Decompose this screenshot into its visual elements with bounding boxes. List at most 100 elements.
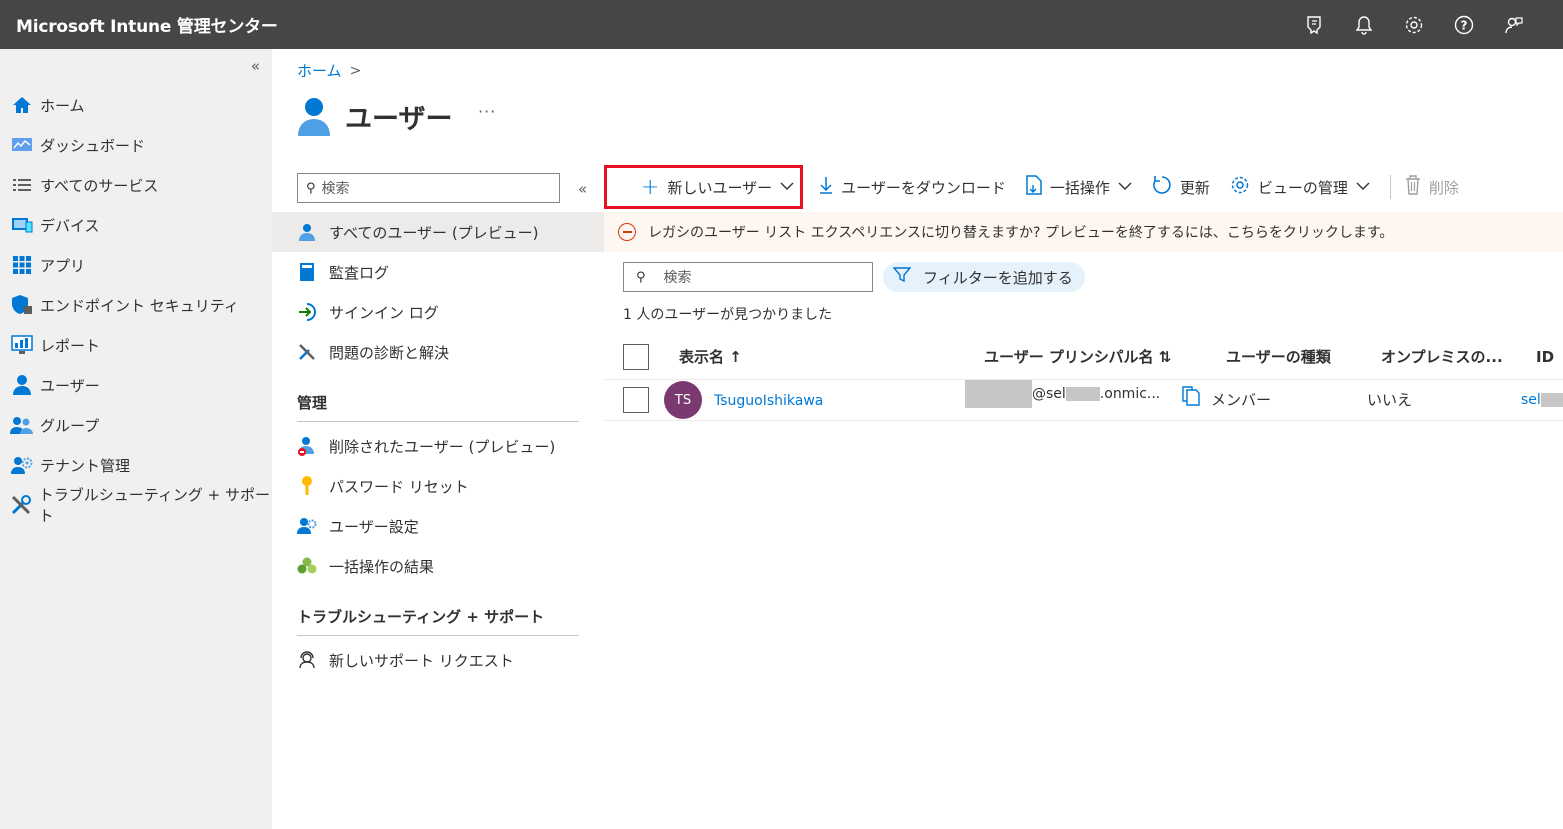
bulk-operations-button[interactable]: 一括操作 bbox=[1016, 167, 1142, 207]
nav-item-label: トラブルシューティング + サポート bbox=[38, 486, 270, 525]
resource-menu: すべてのユーザー (プレビュー) 監査ログ サインイン ログ 問題の診断と解決 … bbox=[272, 212, 604, 680]
user-settings-icon bbox=[297, 516, 317, 536]
add-filter-label: フィルターを追加する bbox=[923, 268, 1073, 287]
nav-item-dashboard[interactable]: ダッシュボード bbox=[0, 125, 272, 165]
command-bar: + 新しいユーザー ユーザーをダウンロード 一括操作 更新 ビューの管理 削除 bbox=[604, 163, 1469, 211]
home-icon bbox=[10, 93, 34, 117]
manage-view-button[interactable]: ビューの管理 bbox=[1220, 167, 1380, 207]
group-icon bbox=[10, 413, 34, 437]
nav-item-users[interactable]: ユーザー bbox=[0, 365, 272, 405]
nav-item-reports[interactable]: レポート bbox=[0, 325, 272, 365]
nav-item-apps[interactable]: アプリ bbox=[0, 245, 272, 285]
section-header-support: トラブルシューティング + サポート bbox=[297, 586, 579, 636]
page-header: ユーザー bbox=[297, 96, 452, 136]
column-header-onprem[interactable]: オンプレミスの... bbox=[1381, 346, 1503, 367]
refresh-icon bbox=[1152, 175, 1172, 200]
subnav-item-signin-logs[interactable]: サインイン ログ bbox=[272, 292, 604, 332]
legacy-experience-banner[interactable]: レガシのユーザー リスト エクスペリエンスに切り替えますか? プレビューを終了す… bbox=[604, 212, 1563, 252]
collapse-nav-button[interactable]: « bbox=[251, 57, 260, 75]
warning-icon bbox=[618, 223, 636, 241]
subnav-item-label: サインイン ログ bbox=[329, 303, 439, 322]
top-bar: Microsoft Intune 管理センター ? bbox=[0, 0, 1563, 49]
add-filter-button[interactable]: フィルターを追加する bbox=[883, 262, 1085, 292]
nav-item-label: ホーム bbox=[40, 96, 85, 115]
subnav-item-user-settings[interactable]: ユーザー設定 bbox=[272, 506, 604, 546]
nav-item-label: グループ bbox=[40, 416, 100, 435]
book-icon bbox=[297, 262, 317, 282]
gear-icon[interactable] bbox=[1389, 0, 1439, 49]
user-icon bbox=[10, 373, 34, 397]
more-options-button[interactable]: ··· bbox=[478, 102, 496, 121]
nav-item-label: エンドポイント セキュリティ bbox=[40, 296, 239, 315]
download-icon bbox=[819, 176, 833, 199]
trash-icon bbox=[1405, 174, 1421, 200]
select-all-checkbox[interactable] bbox=[623, 343, 649, 370]
page-title: ユーザー bbox=[345, 103, 453, 135]
search-placeholder: 検索 bbox=[321, 181, 350, 197]
breadcrumb-home-link[interactable]: ホーム bbox=[297, 60, 342, 81]
column-header-display-name[interactable]: 表示名 ↑ bbox=[679, 346, 742, 367]
row-checkbox[interactable] bbox=[623, 387, 649, 413]
subnav-item-all-users[interactable]: すべてのユーザー (プレビュー) bbox=[272, 212, 604, 252]
document-icon bbox=[1026, 174, 1042, 200]
left-navigation: « ホーム ダッシュボード すべてのサービス デバイス アプリ エンドポイント … bbox=[0, 49, 272, 829]
nav-item-endpoint-security[interactable]: エンドポイント セキュリティ bbox=[0, 285, 272, 325]
bell-icon[interactable] bbox=[1339, 0, 1389, 49]
nav-item-label: すべてのサービス bbox=[40, 176, 159, 195]
search-icon: ⚲ bbox=[306, 180, 316, 196]
nav-item-groups[interactable]: グループ bbox=[0, 405, 272, 445]
user-search-input[interactable]: ⚲ 検索 bbox=[623, 262, 873, 292]
refresh-button[interactable]: 更新 bbox=[1142, 167, 1220, 207]
copy-icon[interactable] bbox=[1182, 386, 1200, 410]
nav-item-label: ユーザー bbox=[40, 376, 100, 395]
search-icon: ⚲ bbox=[636, 269, 646, 285]
column-header-id[interactable]: ID bbox=[1536, 348, 1554, 366]
tenant-icon bbox=[10, 453, 34, 477]
id-cell[interactable]: sel bbox=[1521, 392, 1563, 408]
new-user-button[interactable]: + 新しいユーザー bbox=[604, 165, 804, 209]
subnav-search-input[interactable]: ⚲ 検索 bbox=[297, 173, 560, 203]
chevron-down-icon bbox=[1118, 180, 1132, 194]
upn-part: .onmic... bbox=[1099, 386, 1161, 402]
subnav-item-deleted-users[interactable]: 削除されたユーザー (プレビュー) bbox=[272, 426, 604, 466]
id-link[interactable]: sel bbox=[1521, 392, 1541, 408]
nav-item-devices[interactable]: デバイス bbox=[0, 205, 272, 245]
user-icon bbox=[297, 222, 317, 242]
users-table: 表示名 ↑ ユーザー プリンシパル名 ⇅ ユーザーの種類 オンプレミスの... … bbox=[604, 334, 1563, 421]
download-users-label: ユーザーをダウンロード bbox=[841, 178, 1006, 197]
subnav-item-password-reset[interactable]: パスワード リセット bbox=[272, 466, 604, 506]
chevron-down-icon bbox=[780, 180, 794, 194]
list-icon bbox=[10, 173, 34, 197]
subnav-item-label: ユーザー設定 bbox=[329, 517, 419, 536]
chevron-right-icon: > bbox=[349, 62, 362, 79]
portal-feedback-icon[interactable] bbox=[1289, 0, 1339, 49]
nav-item-all-services[interactable]: すべてのサービス bbox=[0, 165, 272, 205]
wrench-icon bbox=[10, 493, 33, 517]
column-header-user-type[interactable]: ユーザーの種類 bbox=[1226, 346, 1331, 367]
subnav-item-diagnose[interactable]: 問題の診断と解決 bbox=[272, 332, 604, 372]
app-title[interactable]: Microsoft Intune 管理センター bbox=[16, 12, 278, 37]
display-name-link[interactable]: TsuguoIshikawa bbox=[714, 393, 823, 409]
banner-text: レガシのユーザー リスト エクスペリエンスに切り替えますか? プレビューを終了す… bbox=[648, 225, 1394, 241]
refresh-label: 更新 bbox=[1179, 178, 1210, 197]
subnav-item-bulk-results[interactable]: 一括操作の結果 bbox=[272, 546, 604, 586]
subnav-item-label: すべてのユーザー (プレビュー) bbox=[329, 223, 539, 242]
nav-item-tenant-admin[interactable]: テナント管理 bbox=[0, 445, 272, 485]
feedback-person-icon[interactable] bbox=[1489, 0, 1539, 49]
subnav-item-audit-logs[interactable]: 監査ログ bbox=[272, 252, 604, 292]
download-users-button[interactable]: ユーザーをダウンロード bbox=[809, 167, 1016, 207]
signin-arrow-icon bbox=[297, 302, 317, 322]
result-count: 1 人のユーザーが見つかりました bbox=[623, 307, 833, 323]
report-icon bbox=[10, 333, 34, 357]
delete-button[interactable]: 削除 bbox=[1401, 167, 1469, 207]
subnav-item-new-support-request[interactable]: 新しいサポート リクエスト bbox=[272, 640, 604, 680]
redacted-block bbox=[1540, 393, 1563, 407]
nav-item-home[interactable]: ホーム bbox=[0, 85, 272, 125]
column-header-upn[interactable]: ユーザー プリンシパル名 ⇅ bbox=[984, 346, 1171, 367]
collapse-subnav-button[interactable]: « bbox=[578, 180, 587, 198]
delete-label: 削除 bbox=[1428, 178, 1459, 197]
subnav-item-label: 新しいサポート リクエスト bbox=[329, 651, 514, 670]
nav-item-troubleshooting[interactable]: トラブルシューティング + サポート bbox=[0, 485, 272, 525]
help-icon[interactable]: ? bbox=[1439, 0, 1489, 49]
table-row[interactable]: TS TsuguoIshikawa @sel .onmic... メンバー いい… bbox=[604, 380, 1563, 421]
